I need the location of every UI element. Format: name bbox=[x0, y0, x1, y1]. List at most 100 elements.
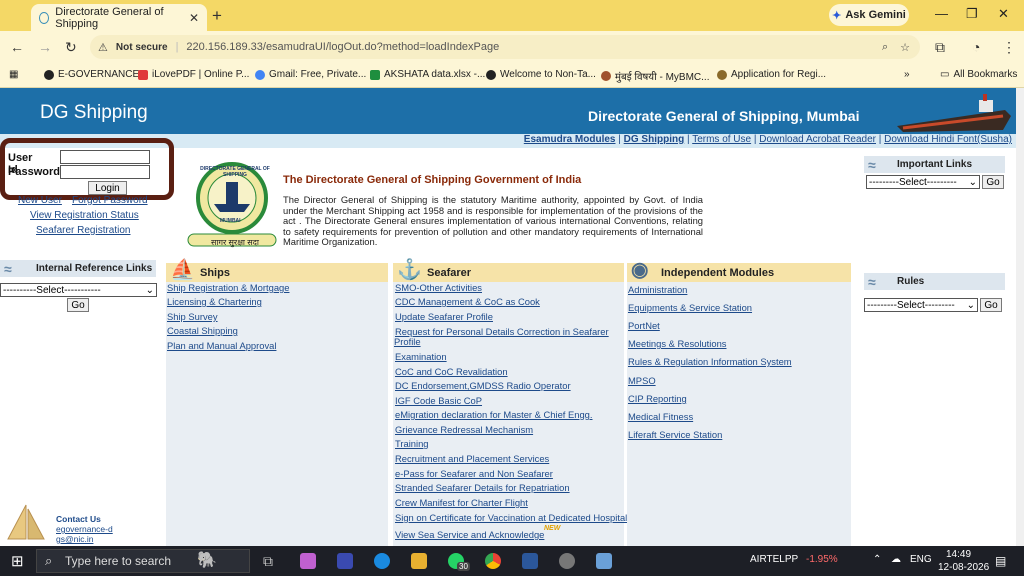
chevron-up-icon[interactable]: ⌃ bbox=[873, 554, 881, 565]
seafarer-link[interactable]: View Sea Service and Acknowledge bbox=[395, 529, 544, 540]
ships-link[interactable]: Plan and Manual Approval bbox=[167, 340, 276, 351]
address-bar[interactable]: ⚠ Not secure | 220.156.189.33/esamudraUI… bbox=[90, 35, 920, 59]
copilot-icon[interactable] bbox=[300, 553, 316, 569]
view-registration-status-link[interactable]: View Registration Status bbox=[30, 210, 139, 221]
seafarer-link[interactable]: e-Pass for Seafarer and Non Seafarer bbox=[395, 468, 553, 479]
ships-link[interactable]: Ship Registration & Mortgage bbox=[167, 282, 289, 293]
file-explorer-icon[interactable] bbox=[411, 553, 427, 569]
module-link[interactable]: MPSO bbox=[628, 375, 656, 386]
nav-esamudra-modules[interactable]: Esamudra Modules bbox=[524, 134, 616, 145]
page-scrollbar[interactable] bbox=[1016, 88, 1024, 546]
task-view-icon[interactable]: ⧉ bbox=[263, 553, 279, 569]
ships-link[interactable]: Ship Survey bbox=[167, 311, 218, 322]
app-icon[interactable] bbox=[596, 553, 612, 569]
new-tab-button[interactable]: + bbox=[212, 6, 222, 26]
windows-start-icon[interactable]: ⊞ bbox=[11, 552, 24, 570]
chrome-icon[interactable] bbox=[485, 553, 501, 569]
zoom-icon[interactable]: ⌕ bbox=[882, 41, 888, 54]
clock-date[interactable]: 12-08-2026 bbox=[938, 562, 989, 573]
ships-link[interactable]: Licensing & Chartering bbox=[167, 296, 262, 307]
seafarer-link[interactable]: Request for Personal Details Correction … bbox=[395, 326, 609, 337]
seafarer-link[interactable]: CDC Management & CoC as Cook bbox=[395, 296, 540, 307]
seafarer-link[interactable]: SMO-Other Activities bbox=[395, 282, 482, 293]
taskbar-search[interactable]: ⌕ Type here to search 🐘 bbox=[36, 549, 250, 573]
nav-terms-of-use[interactable]: Terms of Use bbox=[692, 134, 751, 145]
important-links-go-button[interactable]: Go bbox=[982, 175, 1004, 189]
seafarer-link[interactable]: DC Endorsement,GMDSS Radio Operator bbox=[395, 380, 571, 391]
network-icon[interactable]: ☁ bbox=[891, 554, 901, 565]
ships-link[interactable]: Coastal Shipping bbox=[167, 325, 238, 336]
important-links-select[interactable]: ---------Select--------- ⌄ bbox=[866, 175, 980, 189]
module-link[interactable]: Liferaft Service Station bbox=[628, 429, 722, 440]
module-link[interactable]: Equipments & Service Station bbox=[628, 302, 752, 313]
edge-icon[interactable] bbox=[374, 553, 390, 569]
seafarer-registration-link[interactable]: Seafarer Registration bbox=[36, 225, 131, 236]
security-label: Not secure bbox=[115, 41, 168, 53]
module-link[interactable]: Meetings & Resolutions bbox=[628, 338, 727, 349]
seafarer-link[interactable]: Stranded Seafarer Details for Repatriati… bbox=[395, 482, 570, 493]
bookmark-item[interactable]: AKSHATA data.xlsx -... bbox=[370, 69, 485, 80]
nav-download-hindi-font[interactable]: Download Hindi Font(Susha) bbox=[884, 134, 1012, 145]
language-indicator[interactable]: ENG bbox=[910, 554, 932, 565]
bookmark-item[interactable]: Application for Regi... bbox=[717, 69, 826, 80]
new-user-link[interactable]: New User bbox=[18, 195, 62, 206]
clock-time[interactable]: 14:49 bbox=[946, 549, 971, 560]
forgot-password-link[interactable]: Forgot Password bbox=[72, 195, 148, 206]
rules-go-button[interactable]: Go bbox=[980, 298, 1002, 312]
all-bookmarks[interactable]: ▭ All Bookmarks bbox=[940, 69, 1017, 80]
profile-icon[interactable]: ◔ bbox=[972, 39, 980, 55]
minimize-icon[interactable]: — bbox=[935, 6, 948, 21]
menu-icon[interactable]: ⋮ bbox=[1002, 39, 1016, 56]
bookmark-item[interactable]: iLovePDF | Online P... bbox=[138, 69, 249, 80]
seafarer-link[interactable]: Training bbox=[395, 438, 429, 449]
bookmark-item[interactable]: E-GOVERNANCE bbox=[44, 69, 139, 80]
browser-tab-strip: Directorate General of Shipping ✕ + ✦ As… bbox=[0, 0, 1024, 31]
rules-select[interactable]: ---------Select--------- ⌄ bbox=[864, 298, 978, 312]
browser-tab[interactable]: Directorate General of Shipping ✕ bbox=[31, 4, 207, 31]
reload-icon[interactable]: ↻ bbox=[65, 39, 77, 56]
wave-icon: ≈ bbox=[868, 156, 876, 173]
apps-grid-icon[interactable]: ▦ bbox=[9, 69, 18, 80]
seafarer-link[interactable]: Profile bbox=[394, 336, 421, 347]
seafarer-link[interactable]: Crew Manifest for Charter Flight bbox=[395, 497, 528, 508]
seafarer-link[interactable]: Update Seafarer Profile bbox=[395, 311, 493, 322]
ask-gemini-button[interactable]: ✦ Ask Gemini bbox=[829, 4, 909, 26]
stock-ticker[interactable]: AIRTELPP bbox=[750, 554, 798, 565]
more-bookmarks-icon[interactable]: » bbox=[904, 69, 910, 80]
internal-links-select[interactable]: ----------Select----------- ⌄ bbox=[0, 283, 157, 297]
stock-change: -1.95% bbox=[806, 554, 838, 565]
nav-download-acrobat[interactable]: Download Acrobat Reader bbox=[759, 134, 876, 145]
word-icon[interactable] bbox=[522, 553, 538, 569]
bookmark-item[interactable]: मुंबई विषयी - MyBMC... bbox=[601, 69, 709, 83]
address-toolbar: ← → ↻ ⚠ Not secure | 220.156.189.33/esam… bbox=[0, 31, 1024, 62]
module-link[interactable]: Rules & Regulation Information System bbox=[628, 356, 792, 367]
forward-icon[interactable]: → bbox=[38, 39, 52, 55]
seafarer-link[interactable]: Recruitment and Placement Services bbox=[395, 453, 549, 464]
contact-email-link[interactable]: egovernance-dgs@nic.in bbox=[56, 524, 116, 544]
bookmark-item[interactable]: Welcome to Non-Ta... bbox=[486, 69, 596, 80]
notifications-icon[interactable]: ▤ bbox=[995, 554, 1006, 568]
nav-dg-shipping[interactable]: DG Shipping bbox=[624, 134, 685, 145]
sailboat-illustration bbox=[7, 504, 45, 540]
close-window-icon[interactable]: ✕ bbox=[998, 6, 1009, 22]
emblem-text: DIRECTORATE GENERAL OF SHIPPING bbox=[200, 166, 270, 178]
extensions-icon[interactable]: ⧉ bbox=[935, 39, 945, 56]
app-icon[interactable] bbox=[337, 553, 353, 569]
internal-links-go-button[interactable]: Go bbox=[67, 298, 89, 312]
seafarer-link[interactable]: eMigration declaration for Master & Chie… bbox=[395, 409, 593, 420]
bookmark-star-icon[interactable]: ☆ bbox=[900, 41, 910, 54]
module-link[interactable]: Administration bbox=[628, 284, 687, 295]
bookmark-item[interactable]: Gmail: Free, Private... bbox=[255, 69, 366, 80]
seafarer-link[interactable]: Grievance Redressal Mechanism bbox=[395, 424, 533, 435]
module-link[interactable]: Medical Fitness bbox=[628, 411, 693, 422]
seafarer-link[interactable]: CoC and CoC Revalidation bbox=[395, 366, 508, 377]
restore-icon[interactable]: ❐ bbox=[966, 6, 978, 22]
module-link[interactable]: PortNet bbox=[628, 320, 660, 331]
seafarer-link[interactable]: IGF Code Basic CoP bbox=[395, 395, 482, 406]
close-tab-icon[interactable]: ✕ bbox=[189, 11, 199, 25]
back-icon[interactable]: ← bbox=[10, 39, 24, 55]
seafarer-link[interactable]: Sign on Certificate for Vaccination at D… bbox=[395, 512, 627, 523]
seafarer-link[interactable]: Examination bbox=[395, 351, 447, 362]
module-link[interactable]: CIP Reporting bbox=[628, 393, 687, 404]
app-icon[interactable] bbox=[559, 553, 575, 569]
